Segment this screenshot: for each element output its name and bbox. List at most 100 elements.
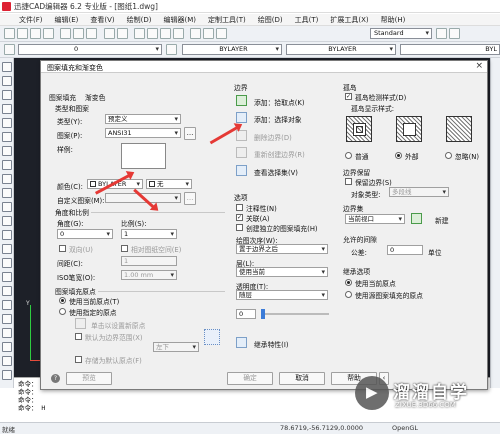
transparency-input[interactable]: 0	[236, 309, 256, 319]
new-boundary-set-label[interactable]: 新建	[435, 215, 449, 225]
new-boundary-set-icon[interactable]	[411, 213, 422, 224]
iso-pen-select[interactable]: 1.00 mm	[121, 270, 177, 280]
xline-icon[interactable]	[2, 76, 12, 86]
hatch-layer-select[interactable]: 使用当前	[236, 267, 328, 277]
spline-icon[interactable]	[2, 160, 12, 170]
paste-icon[interactable]	[86, 28, 97, 39]
pattern-select[interactable]: ANSI31	[105, 128, 181, 138]
rectangle-icon[interactable]	[2, 118, 12, 128]
lineweight-select[interactable]: BYL	[400, 44, 500, 55]
print-icon[interactable]	[43, 28, 54, 39]
hatch-icon[interactable]	[2, 230, 12, 240]
type-select[interactable]: 预定义	[105, 114, 181, 124]
arc-icon[interactable]	[2, 132, 12, 142]
rotate-icon[interactable]	[2, 314, 12, 324]
redo-icon[interactable]	[117, 28, 128, 39]
inherit-source-origin-radio[interactable]	[345, 291, 352, 298]
new-icon[interactable]	[4, 28, 15, 39]
menu-file[interactable]: 文件(F)	[14, 14, 48, 25]
island-normal-radio[interactable]	[345, 152, 352, 159]
island-normal-preview[interactable]	[346, 116, 372, 142]
erase-icon[interactable]	[2, 370, 12, 380]
info-icon[interactable]: ?	[51, 374, 60, 383]
table-style-icon[interactable]	[449, 28, 460, 39]
separate-hatch-checkbox[interactable]	[236, 224, 243, 231]
polygon-icon[interactable]	[2, 104, 12, 114]
color-select[interactable]: BYLAYER	[182, 44, 282, 55]
point-icon[interactable]	[2, 216, 12, 226]
zoom-extents-icon[interactable]	[173, 28, 184, 39]
trim-icon[interactable]	[2, 342, 12, 352]
store-default-checkbox[interactable]	[75, 356, 82, 363]
use-current-origin-radio[interactable]	[59, 297, 66, 304]
add-select-objects-label[interactable]: 添加：选择对象	[254, 114, 302, 124]
linetype-select[interactable]: BYLAYER	[286, 44, 396, 55]
insert-block-icon[interactable]	[2, 188, 12, 198]
boundary-set-select[interactable]: 当前视口	[345, 214, 405, 224]
zoom-icon[interactable]	[147, 28, 158, 39]
extent-position-select[interactable]: 左下	[153, 342, 199, 352]
draw-order-select[interactable]: 置于边界之后	[236, 244, 328, 254]
scale-select[interactable]: 1	[121, 229, 177, 239]
island-outer-preview[interactable]	[396, 116, 422, 142]
menu-tools[interactable]: 工具(T)	[290, 14, 324, 25]
properties-icon[interactable]	[190, 28, 201, 39]
menu-help[interactable]: 帮助(H)	[376, 14, 411, 25]
transparency-select[interactable]: 随层	[236, 290, 328, 300]
pattern-swatch[interactable]	[121, 143, 166, 169]
custom-browse-button[interactable]: …	[184, 192, 196, 205]
retain-boundary-checkbox[interactable]	[345, 178, 352, 185]
island-detect-checkbox[interactable]: ✓	[345, 93, 352, 100]
undo-icon[interactable]	[104, 28, 115, 39]
scale-icon[interactable]	[2, 328, 12, 338]
zoom-window-icon[interactable]	[160, 28, 171, 39]
island-ignore-preview[interactable]	[446, 116, 472, 142]
ellipse-icon[interactable]	[2, 174, 12, 184]
line-icon[interactable]	[2, 62, 12, 72]
island-outer-radio[interactable]	[395, 152, 402, 159]
layer-select[interactable]: 0	[18, 44, 162, 55]
make-block-icon[interactable]	[2, 202, 12, 212]
open-icon[interactable]	[17, 28, 28, 39]
menu-plot[interactable]: 绘图(D)	[253, 14, 288, 25]
text-style-select[interactable]: Standard	[370, 28, 432, 39]
annotative-checkbox[interactable]	[236, 204, 243, 211]
object-type-select[interactable]: 多段线	[389, 187, 449, 197]
angle-select[interactable]: 0	[57, 229, 113, 239]
pick-point-icon[interactable]	[236, 95, 247, 106]
menu-custom-tools[interactable]: 定制工具(T)	[203, 14, 251, 25]
recreate-boundary-label[interactable]: 重新创建边界(R)	[254, 149, 305, 159]
make-current-icon[interactable]	[166, 44, 177, 55]
recreate-boundary-icon[interactable]	[236, 147, 247, 158]
status-opengl[interactable]: OpenGL	[392, 424, 418, 432]
associative-checkbox[interactable]: ✓	[236, 214, 243, 221]
cancel-button[interactable]: 取消	[279, 372, 325, 385]
extend-icon[interactable]	[2, 356, 12, 366]
mtext-icon[interactable]	[2, 286, 12, 296]
click-origin-icon[interactable]	[75, 318, 86, 329]
menu-edit[interactable]: 编辑(E)	[50, 14, 84, 25]
preview-button[interactable]: 预览	[66, 372, 112, 385]
menu-ext-tools[interactable]: 扩展工具(X)	[325, 14, 373, 25]
add-pick-point-label[interactable]: 添加：拾取点(K)	[254, 97, 305, 107]
copy-icon[interactable]	[73, 28, 84, 39]
view-selection-label[interactable]: 查看选择集(V)	[254, 167, 298, 177]
dim-style-icon[interactable]	[436, 28, 447, 39]
pattern-browse-button[interactable]: …	[184, 127, 196, 140]
tab-gradient[interactable]: 渐变色	[85, 92, 105, 102]
match-icon[interactable]	[216, 28, 227, 39]
move-icon[interactable]	[2, 300, 12, 310]
view-selection-icon[interactable]	[236, 165, 247, 176]
save-icon[interactable]	[30, 28, 41, 39]
remove-boundary-label[interactable]: 删除边界(D)	[254, 132, 292, 142]
layers-icon[interactable]	[203, 28, 214, 39]
relative-paper-checkbox[interactable]	[121, 245, 128, 252]
table-icon[interactable]	[2, 272, 12, 282]
menu-draw[interactable]: 绘制(D)	[122, 14, 157, 25]
spacing-input[interactable]: 1	[121, 256, 177, 266]
inherit-current-origin-radio[interactable]	[345, 279, 352, 286]
gradient-icon[interactable]	[2, 244, 12, 254]
circle-icon[interactable]	[2, 146, 12, 156]
pan-icon[interactable]	[134, 28, 145, 39]
menu-editor[interactable]: 编辑器(M)	[159, 14, 202, 25]
